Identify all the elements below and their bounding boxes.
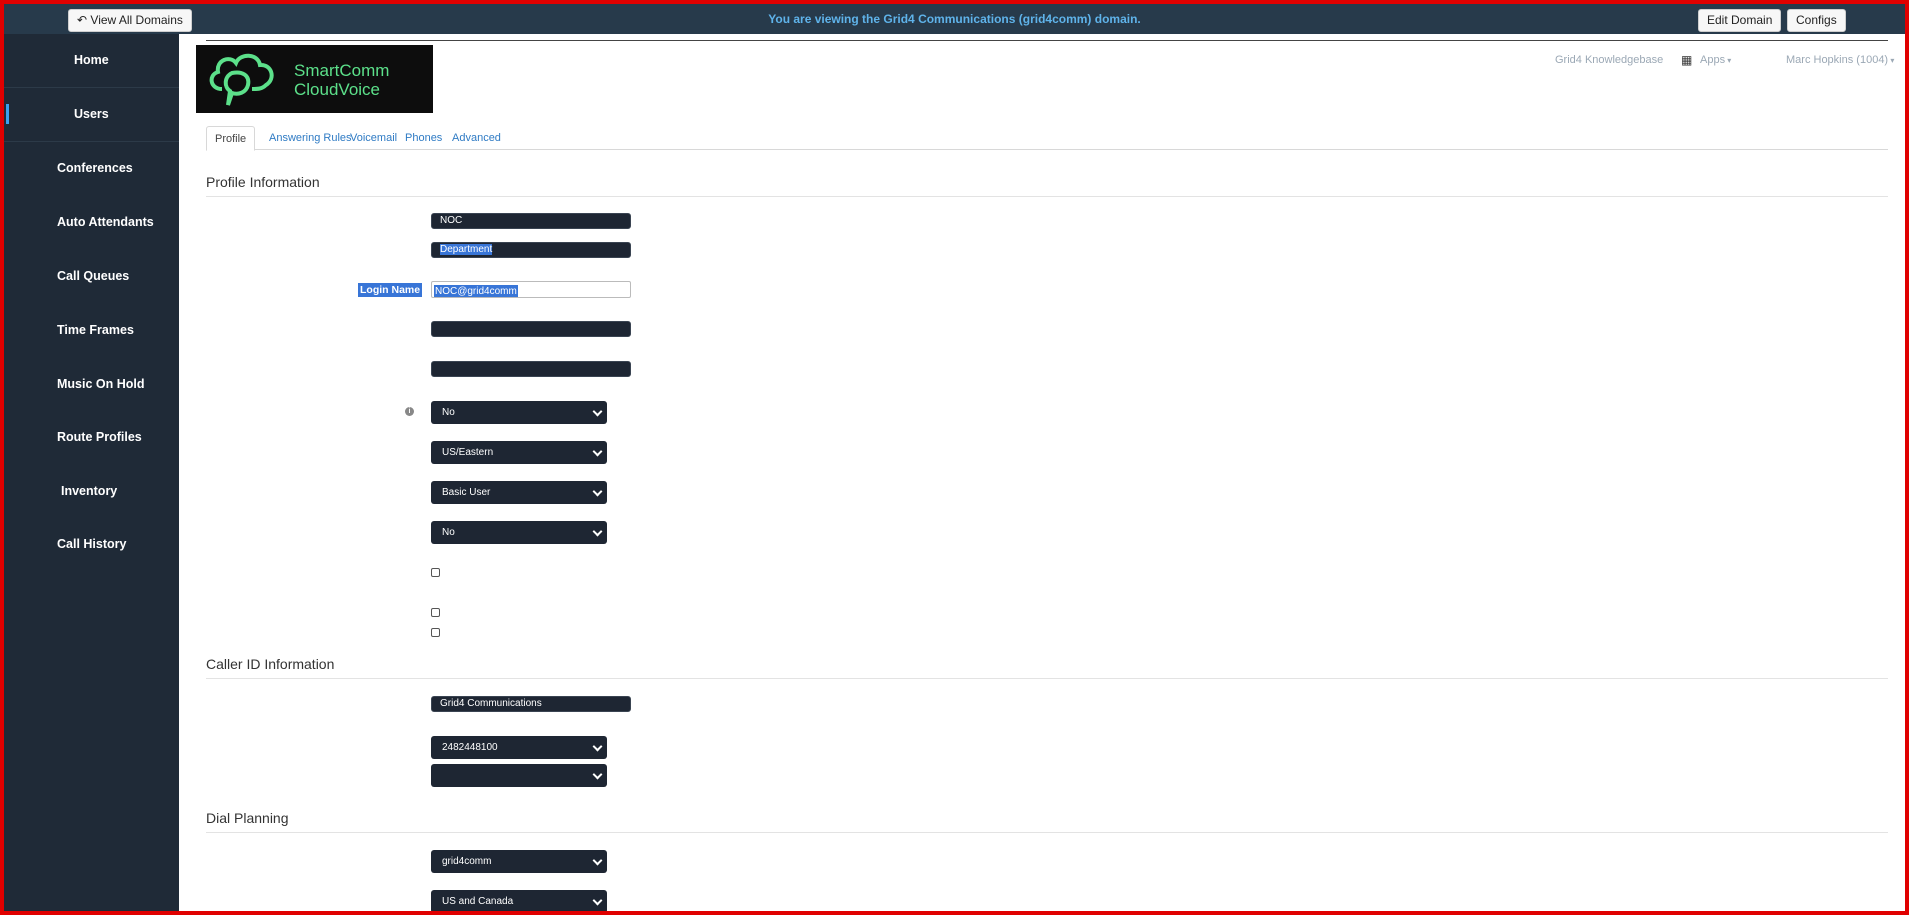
chevron-down-icon: [592, 526, 603, 537]
dial-policy-value: US and Canada: [442, 896, 514, 907]
caret-down-icon: ▾: [1725, 56, 1732, 65]
knowledgebase-link[interactable]: Grid4 Knowledgebase: [1555, 54, 1663, 66]
section-title-caller-id: Caller ID Information: [206, 656, 335, 672]
info-icon[interactable]: i: [405, 407, 414, 416]
divider: [206, 832, 1888, 833]
apps-label: Apps: [1700, 54, 1726, 66]
domain-banner: ↶ View All Domains You are viewing the G…: [4, 4, 1905, 34]
dial-plan-select[interactable]: grid4comm: [431, 850, 607, 873]
sidebar-item-label: Call Queues: [57, 269, 130, 283]
scope-value: Basic User: [442, 487, 491, 498]
timezone-select[interactable]: US/Eastern: [431, 441, 607, 464]
select-dropdown[interactable]: No: [431, 521, 607, 544]
user-menu[interactable]: Marc Hopkins (1004) ▾: [1786, 54, 1894, 66]
domain-message: You are viewing the Grid4 Communications…: [768, 12, 1141, 26]
chevron-down-icon: [592, 486, 603, 497]
select-dropdown[interactable]: No: [431, 401, 607, 424]
sidebar-item-time-frames[interactable]: Time Frames: [4, 304, 179, 357]
sidebar-item-label: Route Profiles: [57, 430, 142, 444]
tab-advanced[interactable]: Advanced: [444, 126, 509, 151]
tab-voicemail[interactable]: Voicemail: [342, 126, 405, 151]
logo-line-2: CloudVoice: [294, 80, 381, 99]
login-name-field[interactable]: NOC@grid4comm: [431, 281, 631, 298]
chevron-down-icon: [592, 741, 603, 752]
login-name-label: Login Name: [358, 283, 423, 297]
profile-tabs: Profile Answering Rules Voicemail Phones…: [206, 126, 1888, 151]
tab-phones[interactable]: Phones: [397, 126, 450, 151]
chevron-down-icon: [592, 446, 603, 457]
sidebar-item-call-history[interactable]: Call History: [4, 518, 179, 571]
sidebar-item-label: Conferences: [57, 161, 133, 175]
configs-button[interactable]: Configs: [1787, 9, 1846, 32]
main-content: SmartComm CloudVoice Grid4 Knowledgebase…: [179, 34, 1905, 911]
dial-plan-value: grid4comm: [442, 856, 492, 867]
text-field[interactable]: [431, 361, 631, 377]
login-name-value: NOC@grid4comm: [434, 285, 518, 297]
sidebar-item-inventory[interactable]: Inventory: [4, 465, 179, 518]
text-field[interactable]: [431, 321, 631, 337]
checkbox[interactable]: [431, 628, 440, 637]
sidebar-item-route-profiles[interactable]: Route Profiles: [4, 411, 179, 464]
caller-id-number-2-select[interactable]: [431, 764, 607, 787]
caller-id-number-select[interactable]: 2482448100: [431, 736, 607, 759]
divider: [206, 40, 1888, 41]
sidebar-item-label: Auto Attendants: [57, 215, 154, 229]
apps-menu[interactable]: Apps ▾: [1700, 54, 1731, 66]
sidebar-item-home[interactable]: Home: [4, 34, 179, 87]
logo-line-1: SmartComm: [294, 61, 390, 80]
divider: [206, 678, 1888, 679]
sidebar-item-call-queues[interactable]: Call Queues: [4, 250, 179, 303]
dial-policy-select[interactable]: US and Canada: [431, 890, 607, 911]
chevron-down-icon: [592, 855, 603, 866]
sidebar-item-label: Inventory: [61, 484, 118, 498]
timezone-value: US/Eastern: [442, 447, 494, 458]
scope-select[interactable]: Basic User: [431, 481, 607, 504]
checkbox[interactable]: [431, 568, 440, 577]
sidebar-item-label: Call History: [57, 537, 127, 551]
user-name: Marc Hopkins (1004): [1786, 54, 1889, 66]
cloud-logo-icon: [209, 53, 274, 106]
first-name-field[interactable]: NOC: [431, 213, 631, 229]
logo-text: SmartComm CloudVoice: [294, 61, 389, 99]
grid-icon[interactable]: ▦: [1681, 53, 1692, 67]
select-value: No: [442, 527, 455, 538]
tab-profile[interactable]: Profile: [206, 126, 256, 151]
divider: [206, 196, 1888, 197]
section-title-profile: Profile Information: [206, 174, 320, 190]
sidebar-item-label: Time Frames: [57, 323, 134, 337]
app-window: ↶ View All Domains You are viewing the G…: [0, 0, 1909, 915]
chevron-down-icon: [592, 769, 603, 780]
caller-id-name-field[interactable]: Grid4 Communications: [431, 696, 631, 712]
sidebar: Home Users Conferences Auto Attendants C…: [4, 34, 179, 911]
department-field[interactable]: Department: [431, 242, 631, 258]
sidebar-item-conferences[interactable]: Conferences: [4, 142, 179, 195]
chevron-down-icon: [592, 406, 603, 417]
sidebar-item-label: Users: [74, 107, 109, 121]
sidebar-item-label: Music On Hold: [57, 377, 145, 391]
sidebar-item-music-on-hold[interactable]: Music On Hold: [4, 358, 179, 411]
chevron-down-icon: [592, 895, 603, 906]
sidebar-item-label: Home: [74, 53, 109, 67]
sidebar-item-auto-attendants[interactable]: Auto Attendants: [4, 196, 179, 249]
sidebar-item-users[interactable]: Users: [4, 88, 179, 141]
checkbox[interactable]: [431, 608, 440, 617]
department-value: Department: [440, 244, 493, 255]
edit-domain-button[interactable]: Edit Domain: [1698, 9, 1782, 32]
select-value: No: [442, 407, 455, 418]
caller-id-number-value: 2482448100: [442, 742, 498, 753]
company-logo[interactable]: SmartComm CloudVoice: [196, 45, 433, 113]
caret-down-icon: ▾: [1888, 56, 1895, 65]
section-title-dial-planning: Dial Planning: [206, 810, 289, 826]
